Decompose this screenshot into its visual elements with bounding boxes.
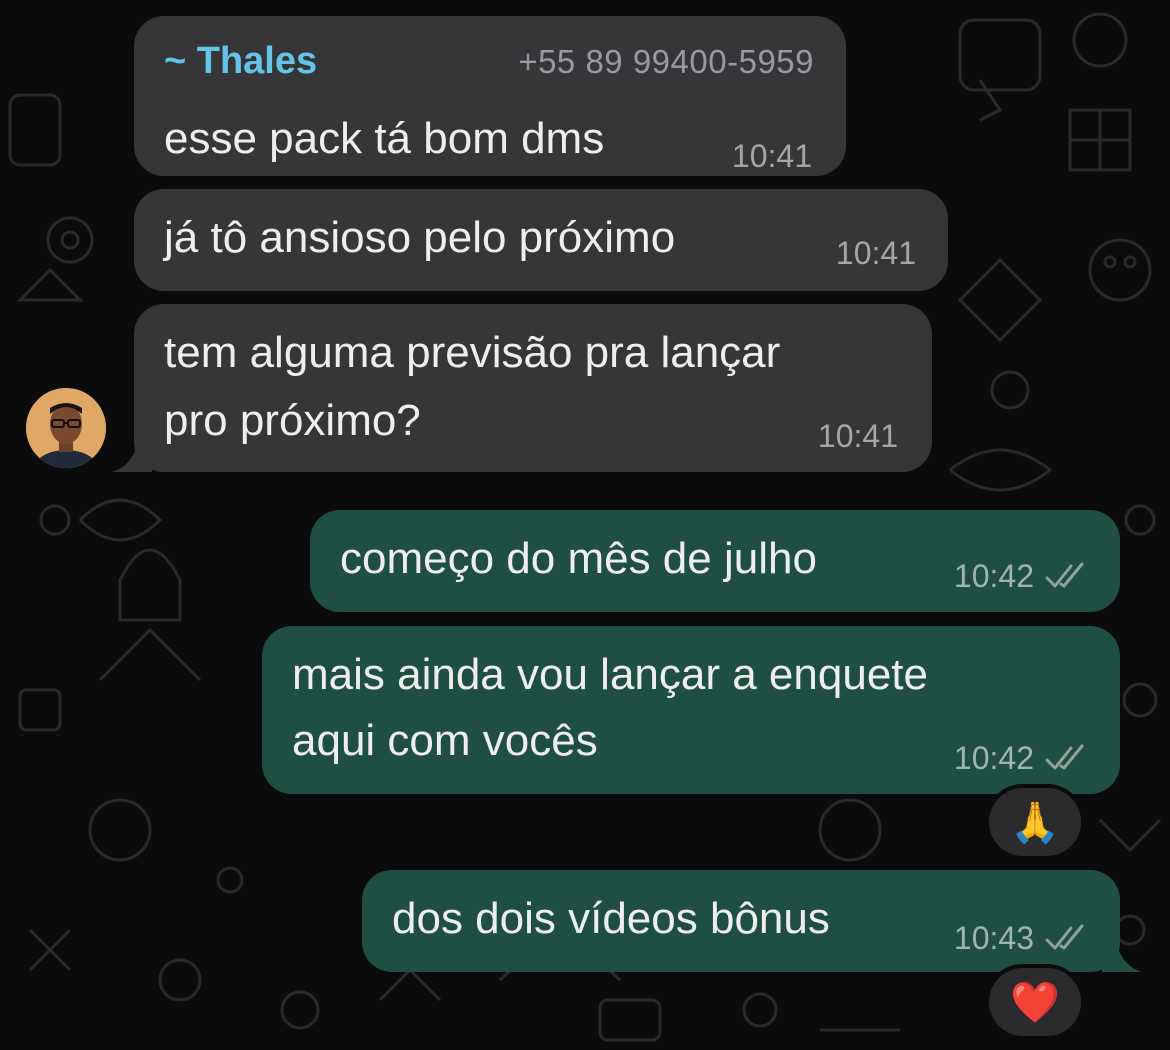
reaction-praying-hands[interactable]: 🙏 — [985, 784, 1085, 860]
incoming-message-3[interactable]: tem alguma previsão pra lançar pro próxi… — [134, 304, 932, 472]
incoming-message-2[interactable]: já tô ansioso pelo próximo 10:41 — [134, 189, 948, 291]
double-check-icon — [1045, 744, 1084, 770]
sender-header: ~ Thales +55 89 99400-5959 — [164, 40, 814, 83]
reaction-heart[interactable]: ❤️ — [985, 964, 1085, 1040]
incoming-bubble-tail — [112, 442, 152, 472]
incoming-message-1[interactable]: ~ Thales +55 89 99400-5959 esse pack tá … — [134, 16, 846, 176]
outgoing-message-3[interactable]: dos dois vídeos bônus 10:43 — [362, 870, 1120, 972]
message-text-line-1: mais ainda vou lançar a enquete — [292, 650, 928, 699]
outgoing-message-1[interactable]: começo do mês de julho 10:42 — [310, 510, 1120, 612]
message-text: dos dois vídeos bônus — [392, 894, 830, 943]
outgoing-bubble-tail — [1102, 942, 1142, 972]
message-time: 10:43 — [953, 920, 1034, 956]
sender-phone: +55 89 99400-5959 — [518, 43, 814, 80]
double-check-icon — [1045, 924, 1084, 950]
message-text-line-2: pro próximo? — [164, 396, 421, 445]
outgoing-message-2[interactable]: mais ainda vou lançar a enquete aqui com… — [262, 626, 1120, 794]
message-time: 10:42 — [953, 740, 1034, 776]
message-text: já tô ansioso pelo próximo — [164, 213, 676, 262]
message-time: 10:42 — [953, 558, 1034, 594]
avatar[interactable] — [26, 388, 106, 468]
message-text: esse pack tá bom dms — [164, 114, 605, 163]
sender-name[interactable]: ~ Thales — [164, 40, 317, 83]
message-time: 10:41 — [817, 418, 898, 454]
message-text-line-1: tem alguma previsão pra lançar — [164, 328, 781, 377]
message-time: 10:41 — [835, 235, 916, 271]
message-text: começo do mês de julho — [340, 534, 817, 583]
double-check-icon — [1045, 562, 1084, 588]
contact-avatar-icon — [26, 388, 106, 468]
message-time: 10:41 — [731, 138, 812, 174]
message-text-line-2: aqui com vocês — [292, 716, 598, 765]
